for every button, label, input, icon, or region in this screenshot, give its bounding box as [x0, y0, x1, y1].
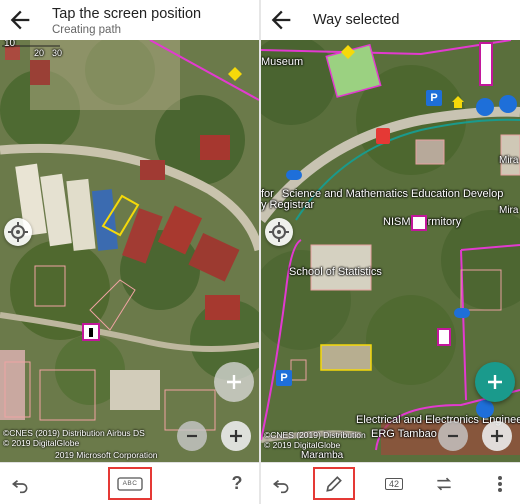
attraction-icon[interactable]: [341, 45, 355, 59]
zoom-in-button[interactable]: [221, 421, 251, 451]
plus-icon: [230, 430, 242, 442]
minus-icon: [187, 434, 197, 438]
map-label-museum: Museum: [261, 56, 304, 68]
attribution-line-1: ©CNES (2019) Distribution Airbus DS: [3, 428, 145, 438]
bus-stop-icon[interactable]: [476, 400, 494, 418]
arrow-left-icon: [10, 10, 30, 30]
hospital-icon[interactable]: [376, 128, 390, 144]
app-bar: Way selected: [261, 0, 520, 40]
undo-icon: [11, 479, 28, 493]
bottom-toolbar: 42: [261, 462, 520, 504]
left-panel: Tap the screen position Creating path 10…: [0, 0, 259, 504]
pencil-icon: [326, 475, 342, 492]
back-button[interactable]: [6, 6, 34, 34]
door-icon[interactable]: [437, 328, 451, 346]
bus-stop-icon[interactable]: [499, 95, 517, 113]
bus-stop-icon[interactable]: [286, 170, 302, 180]
add-button[interactable]: [475, 362, 515, 402]
bus-station-icon[interactable]: [479, 42, 493, 86]
undo-button[interactable]: [265, 467, 297, 500]
bus-stop-icon[interactable]: [228, 67, 242, 81]
toilet-icon[interactable]: [411, 215, 427, 231]
plus-icon: [227, 375, 241, 389]
bus-stop-icon[interactable]: [476, 98, 494, 116]
more-vertical-icon: [498, 475, 502, 492]
information-icon[interactable]: [82, 323, 100, 341]
minus-icon: [448, 434, 458, 438]
screen-title: Way selected: [313, 12, 400, 28]
gps-locate-button[interactable]: [4, 218, 32, 246]
add-button[interactable]: [214, 362, 254, 402]
screen-subtitle: Creating path: [52, 24, 122, 36]
scale-label-secondary: 20: [34, 48, 45, 58]
gps-locate-button[interactable]: [265, 218, 293, 246]
back-button[interactable]: [267, 6, 295, 34]
map-view[interactable]: 10 20 30 ©CNES (2019) Distribution Airbu…: [0, 40, 259, 463]
zoom-out-button[interactable]: [438, 421, 468, 451]
map-label-development-centre: Science and Mathematics Education Develo…: [282, 188, 504, 200]
satellite-map[interactable]: [0, 40, 259, 463]
scale-label: 10: [4, 40, 16, 49]
scale-label-tertiary: 30: [52, 48, 63, 58]
attribution-line-3: 2019 Microsoft Corporation: [55, 450, 158, 460]
plus-icon: [491, 430, 503, 442]
map-label-maramba: Maramba: [301, 450, 344, 461]
zoom-in-button[interactable]: [482, 421, 512, 451]
attribution-line-2: © 2019 DigitalGlobe: [3, 438, 80, 448]
plus-icon: [488, 375, 502, 389]
right-panel: Way selected Museum for Science and Math…: [261, 0, 520, 504]
attribution-line-1: ©CNES (2019) Distribution: [264, 430, 366, 440]
zoom-out-button[interactable]: [177, 421, 207, 451]
map-label-school-of-statistics: School of Statistics: [289, 266, 382, 278]
undo-button[interactable]: [4, 467, 36, 500]
screen-title: Tap the screen position: [52, 6, 202, 22]
map-label-mira-1: Mira: [499, 155, 519, 166]
help-button[interactable]: ?: [224, 467, 250, 500]
house-icon[interactable]: [451, 95, 465, 109]
more-options-button[interactable]: [487, 467, 513, 500]
parking-icon[interactable]: P: [426, 90, 442, 106]
undo-icon: [272, 479, 289, 493]
abc-label: ABC: [122, 480, 138, 487]
arrow-left-icon: [271, 10, 291, 30]
attribution-line-2: © 2019 DigitalGlobe: [264, 440, 341, 450]
app-bar: Tap the screen position Creating path: [0, 0, 259, 40]
bottom-toolbar: ABC ?: [0, 462, 259, 504]
parking-icon[interactable]: P: [276, 370, 292, 386]
reverse-way-button[interactable]: [429, 467, 459, 500]
target-icon: [269, 222, 289, 242]
map-label-tambaa: ERG Tambao: [371, 428, 437, 440]
edit-button[interactable]: [313, 467, 355, 500]
swap-arrows-icon: [436, 477, 452, 490]
target-icon: [8, 222, 28, 242]
map-label-mira-2: Mira: [499, 205, 519, 216]
bus-stop-icon[interactable]: [454, 308, 470, 318]
map-view[interactable]: Museum for Science and Mathematics Educa…: [261, 40, 520, 463]
text-label-button[interactable]: ABC: [108, 467, 152, 500]
tag-count-button[interactable]: 42: [377, 467, 411, 500]
map-label-registrar: y Registrar: [261, 199, 315, 211]
tag-count-badge: 42: [384, 477, 403, 490]
